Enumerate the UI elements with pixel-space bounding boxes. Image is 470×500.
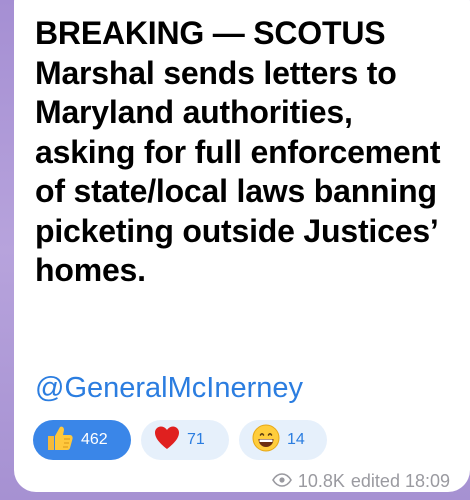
message-line: Marshal sends letters to bbox=[35, 54, 397, 91]
message-line: homes. bbox=[35, 252, 146, 288]
grinning-face-icon bbox=[251, 423, 281, 458]
mention-link[interactable]: @GeneralMcInerney bbox=[35, 370, 303, 406]
reaction-thumbs-up[interactable]: 462 bbox=[33, 420, 131, 460]
reaction-count: 462 bbox=[81, 431, 108, 448]
heart-icon bbox=[153, 424, 181, 457]
reaction-heart[interactable]: 71 bbox=[141, 420, 229, 460]
reaction-grinning[interactable]: 14 bbox=[239, 420, 327, 460]
edited-timestamp: edited 18:09 bbox=[350, 471, 450, 491]
thumbs-up-icon bbox=[45, 423, 75, 458]
message-line: Maryland authorities, bbox=[35, 94, 353, 130]
reactions-bar: 462 71 14 bbox=[33, 420, 327, 460]
reaction-count: 71 bbox=[187, 431, 205, 448]
message-line: of state/local laws banning bbox=[35, 173, 437, 209]
message-line: BREAKING — SCOTUS bbox=[35, 15, 386, 51]
message-meta: 10.8K edited 18:09 bbox=[271, 471, 450, 492]
message-text: BREAKING — SCOTUS Marshal sends letters … bbox=[35, 14, 465, 291]
view-count: 10.8K bbox=[297, 471, 345, 491]
message-line: picketing outside Justices’ bbox=[35, 212, 439, 249]
reaction-count: 14 bbox=[287, 431, 305, 448]
message-line: asking for full enforcement bbox=[35, 133, 441, 170]
eye-icon bbox=[271, 471, 292, 492]
